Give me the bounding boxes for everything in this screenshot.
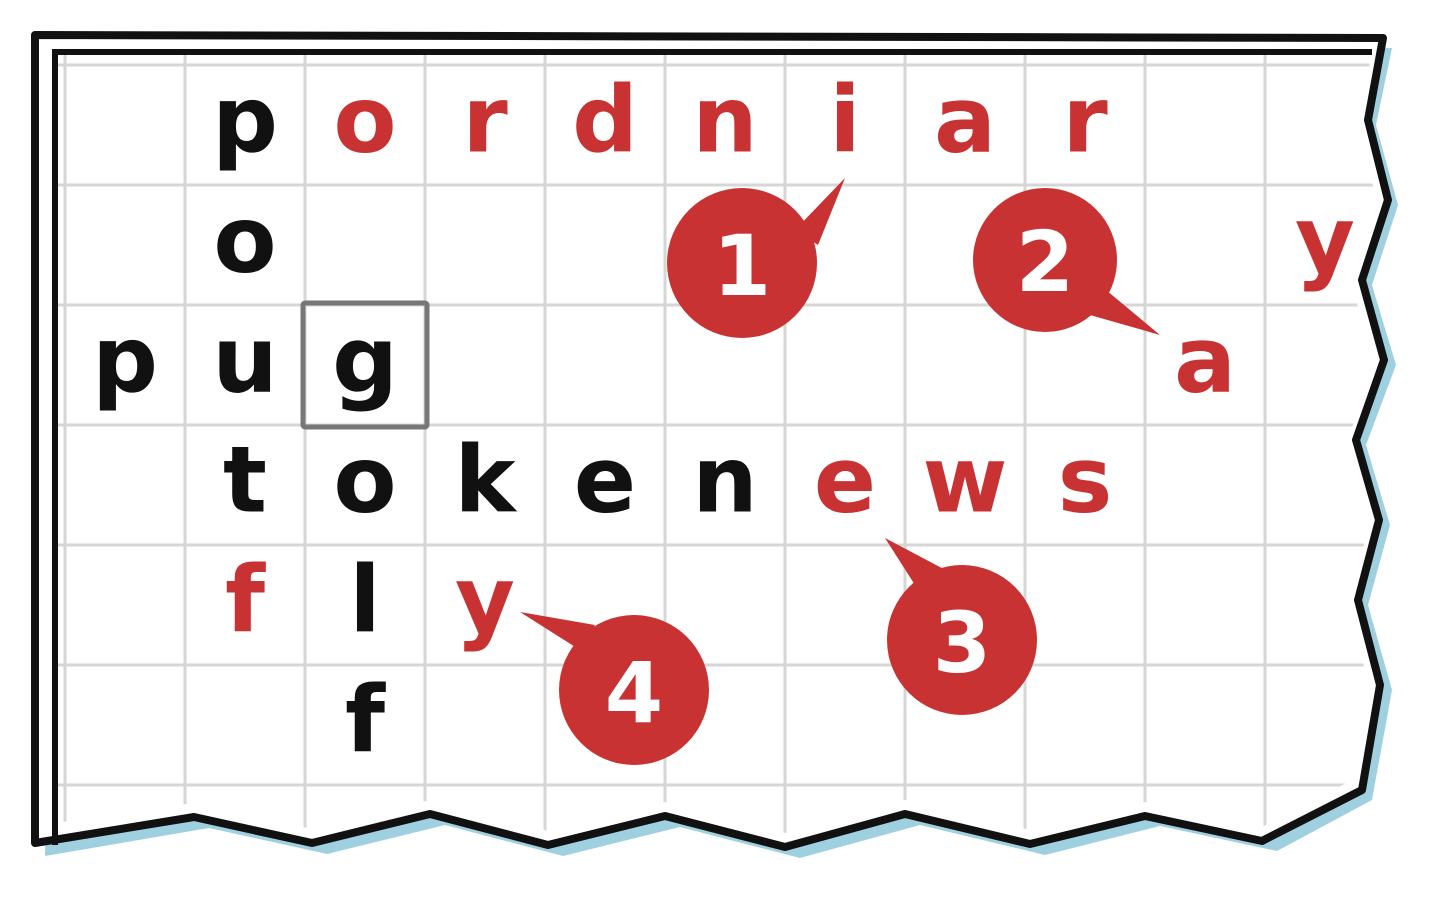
grid-letter: y (1295, 186, 1355, 293)
grid-letter: s (1058, 426, 1113, 533)
grid-letter: i (829, 66, 861, 173)
grid-letter: y (455, 546, 515, 653)
badge-1-number: 1 (713, 217, 771, 315)
grid-letter: e (814, 426, 876, 533)
grid-letter: p (92, 306, 158, 413)
grid-letter: f (225, 546, 266, 653)
grid-letter: u (212, 306, 278, 413)
grid-letter: n (692, 426, 758, 533)
grid-letter: o (213, 186, 276, 293)
badge-3-number: 3 (933, 594, 991, 692)
grid-letter: a (1174, 306, 1236, 413)
grid-letter: r (1062, 66, 1108, 173)
grid-letter: d (572, 66, 638, 173)
grid-letter: p (212, 66, 278, 173)
badge-4-number: 4 (605, 644, 663, 742)
grid-letter: w (923, 426, 1008, 533)
grid-letter: k (454, 426, 517, 533)
grid-letter: n (692, 66, 758, 173)
grid-letter: t (223, 426, 267, 533)
grid-letter: r (462, 66, 508, 173)
grid-letter: f (345, 666, 386, 773)
grid-letter: e (574, 426, 636, 533)
grid-letter: l (349, 546, 381, 653)
grid-letter: g (332, 306, 398, 413)
grid-letter: o (333, 66, 396, 173)
word-grid-illustration: p o r d n i a ro yp u g at o k e n e w sf l yf 1 2 3 4 (31, 31, 1398, 858)
grid-letter: a (934, 66, 996, 173)
badge-2-number: 2 (1016, 213, 1074, 311)
grid-letter: o (333, 426, 396, 533)
